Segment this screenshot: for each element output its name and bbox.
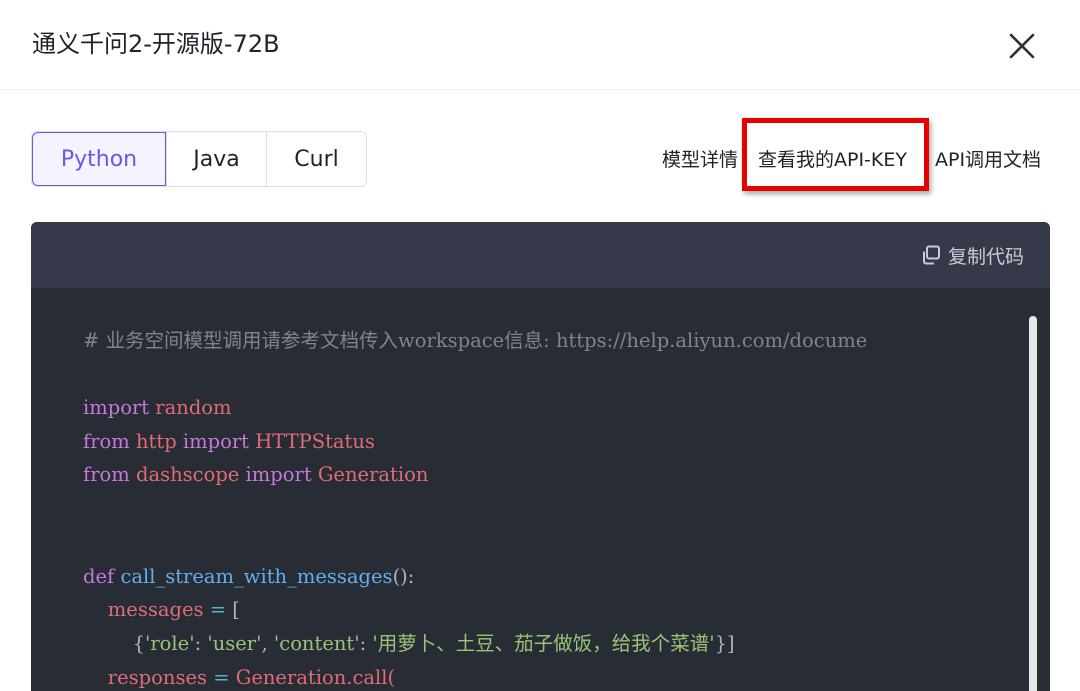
code-comment: # 业务空间模型调用请参考文档传入workspace信息: https://he… xyxy=(83,329,868,352)
code-punctuation: [ xyxy=(232,598,240,621)
view-api-key-link[interactable]: 查看我的API-KEY xyxy=(758,144,907,176)
copy-code-label: 复制代码 xyxy=(947,245,1024,268)
tab-python[interactable]: Python xyxy=(32,132,166,186)
copy-code-button[interactable]: 复制代码 xyxy=(920,240,1024,270)
code-operator: = xyxy=(207,666,236,689)
code-module: dashscope xyxy=(129,463,246,486)
code-string: 'role' xyxy=(145,632,195,655)
code-variable: messages xyxy=(83,598,204,621)
code-line: from http import HTTPStatus xyxy=(83,425,375,459)
code-name: Generation xyxy=(311,463,429,486)
tab-curl[interactable]: Curl xyxy=(266,132,366,186)
code-punctuation: , xyxy=(261,632,274,655)
code-line: # 业务空间模型调用请参考文档传入workspace信息: https://he… xyxy=(83,324,867,358)
code-function: call_stream_with_messages xyxy=(114,565,393,588)
code-punctuation: : xyxy=(359,632,373,655)
code-string: '用萝卜、土豆、茄子做饭，给我个菜谱' xyxy=(372,632,715,655)
code-toolbar: 复制代码 xyxy=(31,222,1050,288)
code-keyword: from xyxy=(83,430,130,453)
code-line: {'role': 'user', 'content': '用萝卜、土豆、茄子做饭… xyxy=(83,627,735,661)
modal-title: 通义千问2-开源版-72B xyxy=(32,30,280,58)
close-icon xyxy=(1009,33,1035,59)
code-call: Generation.call( xyxy=(235,666,396,689)
code-scrollbar[interactable] xyxy=(1029,316,1037,691)
code-string: 'user' xyxy=(207,632,262,655)
code-operator: = xyxy=(203,598,233,621)
code-name: HTTPStatus xyxy=(249,430,375,453)
code-line: messages = [ xyxy=(83,593,240,627)
code-line: import random xyxy=(83,391,232,425)
close-button[interactable] xyxy=(1002,26,1042,66)
code-keyword: import xyxy=(182,430,250,453)
code-string: 'content' xyxy=(273,632,360,655)
header-links: 模型详情 查看我的API-KEY API调用文档 xyxy=(650,144,1055,176)
code-keyword: import xyxy=(245,463,312,486)
code-punctuation: (): xyxy=(392,565,415,588)
model-detail-link[interactable]: 模型详情 xyxy=(662,144,738,176)
modal-header: 通义千问2-开源版-72B xyxy=(0,0,1080,90)
code-keyword: from xyxy=(83,463,130,486)
code-punctuation: { xyxy=(83,632,145,655)
code-line: responses = Generation.call( xyxy=(83,661,395,691)
code-body: # 业务空间模型调用请参考文档传入workspace信息: https://he… xyxy=(31,288,1003,691)
code-punctuation: }] xyxy=(714,632,735,655)
language-tabs: Python Java Curl xyxy=(31,131,367,187)
tab-java[interactable]: Java xyxy=(166,132,266,186)
api-docs-link[interactable]: API调用文档 xyxy=(935,144,1041,176)
copy-icon xyxy=(922,245,940,265)
code-line: from dashscope import Generation xyxy=(83,458,428,492)
code-punctuation: : xyxy=(194,632,208,655)
code-module: random xyxy=(149,396,232,419)
code-keyword: def xyxy=(83,565,115,588)
code-keyword: import xyxy=(83,396,150,419)
code-panel: 复制代码 # 业务空间模型调用请参考文档传入workspace信息: https… xyxy=(31,222,1050,691)
code-line: def call_stream_with_messages(): xyxy=(83,560,414,594)
code-variable: responses xyxy=(83,666,207,689)
code-module: http xyxy=(129,430,183,453)
